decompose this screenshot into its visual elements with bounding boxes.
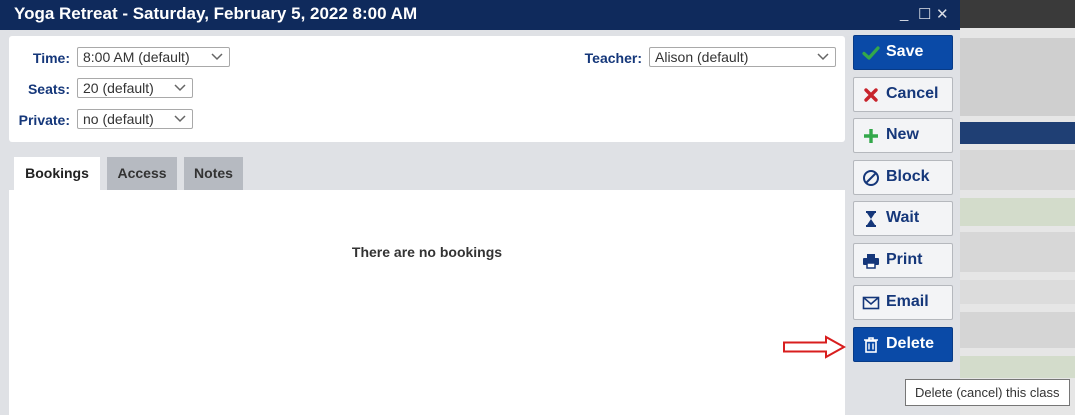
save-button-label: Save	[886, 43, 924, 60]
seats-select[interactable]: 20 (default)	[77, 78, 193, 98]
title-bar: Yoga Retreat - Saturday, February 5, 202…	[0, 0, 960, 30]
chevron-down-icon	[174, 115, 186, 123]
chevron-down-icon	[817, 53, 829, 61]
background-row	[960, 198, 1075, 226]
email-button-label: Email	[886, 293, 929, 310]
printer-icon	[863, 254, 879, 269]
delete-button[interactable]: Delete	[853, 327, 953, 362]
teacher-label: Teacher:	[584, 50, 642, 66]
close-icon[interactable]: ✕	[936, 5, 949, 23]
minimize-icon[interactable]: _	[900, 5, 908, 22]
email-button[interactable]: Email	[853, 285, 953, 320]
cancel-button-label: Cancel	[886, 85, 939, 102]
new-button[interactable]: New	[853, 118, 953, 153]
seats-label: Seats:	[27, 81, 70, 97]
background-row-selected	[960, 122, 1075, 144]
time-select[interactable]: 8:00 AM (default)	[77, 47, 230, 67]
chevron-down-icon	[211, 53, 223, 61]
class-settings-form: Time: 8:00 AM (default) Seats: 20 (defau…	[9, 36, 845, 142]
annotation-arrow	[783, 335, 847, 359]
delete-tooltip: Delete (cancel) this class	[905, 379, 1070, 406]
teacher-select[interactable]: Alison (default)	[649, 47, 836, 67]
save-button[interactable]: Save	[853, 35, 953, 70]
print-button[interactable]: Print	[853, 243, 953, 278]
wait-button-label: Wait	[886, 209, 920, 226]
teacher-value: Alison (default)	[655, 49, 749, 65]
background-row	[960, 356, 1075, 378]
maximize-icon[interactable]: ☐	[918, 5, 931, 23]
background-row	[960, 232, 1075, 272]
private-value: no (default)	[83, 111, 154, 127]
trash-icon	[864, 337, 878, 353]
empty-bookings-message: There are no bookings	[351, 244, 503, 260]
private-select[interactable]: no (default)	[77, 109, 193, 129]
envelope-icon	[862, 296, 880, 310]
tab-access[interactable]: Access	[107, 157, 177, 190]
time-value: 8:00 AM (default)	[83, 49, 190, 65]
x-icon	[864, 88, 878, 102]
print-button-label: Print	[886, 251, 923, 268]
dialog-title: Yoga Retreat - Saturday, February 5, 202…	[14, 4, 418, 23]
background-row	[960, 150, 1075, 190]
hourglass-icon	[866, 211, 876, 227]
wait-button[interactable]: Wait	[853, 201, 953, 236]
tab-notes[interactable]: Notes	[184, 157, 243, 190]
background-row	[960, 38, 1075, 116]
block-button[interactable]: Block	[853, 160, 953, 195]
chevron-down-icon	[174, 84, 186, 92]
block-button-label: Block	[886, 168, 930, 185]
background-header	[960, 0, 1075, 28]
time-label: Time:	[32, 50, 70, 66]
cancel-button[interactable]: Cancel	[853, 77, 953, 112]
plus-icon	[864, 129, 878, 143]
background-row	[960, 312, 1075, 348]
new-button-label: New	[886, 126, 919, 143]
bookings-panel: There are no bookings	[9, 190, 845, 415]
check-icon	[862, 46, 880, 60]
background-row	[960, 280, 1075, 304]
delete-button-label: Delete	[886, 335, 935, 352]
seats-value: 20 (default)	[83, 80, 154, 96]
background-app	[960, 0, 1075, 415]
tab-bookings[interactable]: Bookings	[14, 157, 100, 190]
private-label: Private:	[18, 112, 70, 128]
block-icon	[863, 170, 879, 186]
